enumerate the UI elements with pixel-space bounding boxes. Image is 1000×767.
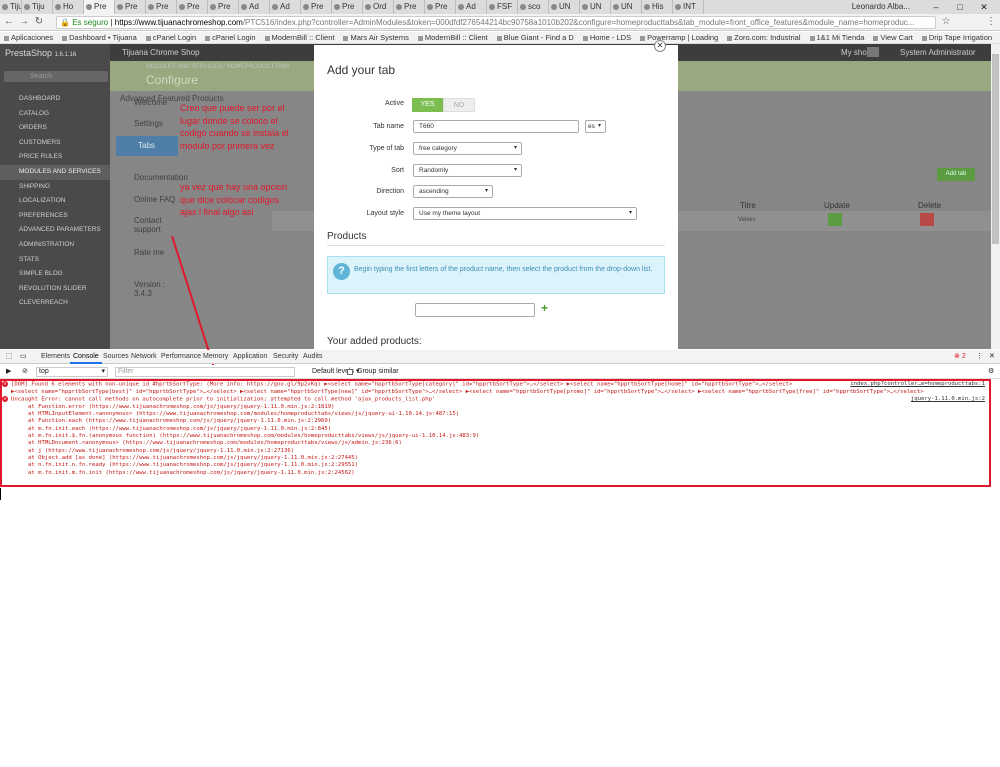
console-error-line: ▶<select name="hpprtbSortType[best]" id=…: [11, 388, 924, 395]
devtools-tab[interactable]: Performance: [158, 350, 204, 364]
stack-frame[interactable]: at HTMLDocument.<anonymous> (https://www…: [2, 440, 989, 447]
devtools-tabbar: ⬚ ▭ Elements Console Sources Network Perform…: [0, 350, 1000, 364]
console-filter-input[interactable]: Filter: [115, 367, 295, 377]
error-icon: ✕: [2, 381, 8, 387]
devtools-tab[interactable]: Console: [70, 350, 102, 364]
stack-frame[interactable]: at m.fn.init.m.fn.init (https://www.tiju…: [2, 470, 989, 477]
stack-frame[interactable]: at HTMLInputElement.<anonymous> (https:/…: [2, 411, 989, 418]
console-output: ✕ [DOM] Found 6 elements with non-unique …: [0, 379, 991, 487]
devtools-close-icon[interactable]: ✕: [989, 350, 995, 364]
console-sidebar-icon[interactable]: ▶: [6, 365, 11, 379]
stack-frame[interactable]: at m.fn.init.$.fn.(anonymous function) (…: [2, 433, 989, 440]
console-filterbar: ▶ ⊘ top ▾ Filter Default levels ▾ Group s…: [0, 365, 1000, 379]
stack-frame[interactable]: at Function.each (https://www.tijuanachr…: [2, 418, 989, 425]
device-icon[interactable]: ▭: [20, 350, 27, 364]
devtools-tab[interactable]: Elements: [38, 350, 73, 364]
console-prompt-cursor[interactable]: [0, 488, 1, 500]
group-similar-label: Group similar: [357, 368, 399, 375]
devtools-tab[interactable]: Sources: [100, 350, 132, 364]
source-link[interactable]: index.php?controller…e=homeproducttabs:1: [850, 381, 985, 389]
context-select[interactable]: top ▾: [36, 367, 108, 377]
devtools-menu-icon[interactable]: ⋮: [976, 350, 983, 364]
devtools-tab[interactable]: Security: [270, 350, 301, 364]
stack-frame[interactable]: at Object.add [as done] (https://www.tij…: [2, 455, 989, 462]
stack-frame[interactable]: at Function.error (https://www.tijuanach…: [2, 404, 989, 411]
source-link[interactable]: jquery-1.11.0.min.js:2: [910, 396, 985, 404]
stack-frame[interactable]: at n.fn.init.n.fn.ready (https://www.tij…: [2, 462, 989, 469]
devtools-tab[interactable]: Audits: [300, 350, 325, 364]
devtools-tab[interactable]: Network: [128, 350, 160, 364]
console-error-line: ✕ [DOM] Found 6 elements with non-unique …: [2, 381, 985, 389]
group-similar-checkbox[interactable]: [347, 369, 353, 375]
clear-console-icon[interactable]: ⊘: [22, 365, 28, 379]
console-settings-icon[interactable]: ⚙: [988, 365, 994, 379]
stack-frame[interactable]: at j (https://www.tijuanachromeshop.com/…: [2, 448, 989, 455]
devtools-tab[interactable]: Application: [230, 350, 270, 364]
error-count-badge[interactable]: ⊗ 2: [954, 350, 966, 364]
error-icon: ✕: [2, 396, 8, 403]
stack-frame[interactable]: at m.fn.init.each (https://www.tijuanach…: [2, 426, 989, 433]
console-error-line: ✕ Uncaught Error: cannot call methods on …: [2, 396, 985, 404]
inspect-icon[interactable]: ⬚: [6, 350, 13, 364]
devtools-tab[interactable]: Memory: [200, 350, 231, 364]
